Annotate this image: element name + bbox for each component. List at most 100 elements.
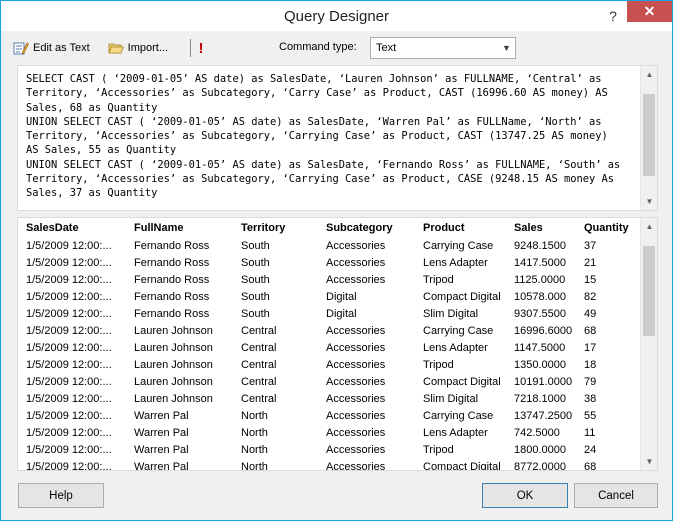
table-row[interactable]: 1/5/2009 12:00:... Fernando Ross South Acce… <box>18 254 642 271</box>
query-text[interactable]: SELECT CAST ( ‘2009-01-05’ AS date) as S… <box>26 72 638 201</box>
table-cell: Tripod <box>423 443 454 456</box>
table-cell: Lens Adapter <box>423 341 488 354</box>
table-cell: 1/5/2009 12:00:... <box>26 443 112 456</box>
table-cell: Warren Pal <box>134 409 189 422</box>
table-row[interactable]: 1/5/2009 12:00:... Warren Pal North Accesso… <box>18 424 642 441</box>
table-cell: Carrying Case <box>423 239 494 252</box>
cancel-button[interactable]: Cancel <box>574 483 658 508</box>
close-button[interactable]: ✕ <box>627 1 672 22</box>
run-exclamation-icon[interactable]: ! <box>197 40 205 57</box>
results-scrollbar[interactable]: ▲ ▼ <box>640 218 657 470</box>
table-cell: Accessories <box>326 239 386 252</box>
table-cell: Accessories <box>326 426 386 439</box>
table-cell: 1417.5000 <box>514 256 566 269</box>
results-grid[interactable]: SalesDate FullName Territory Subcategory… <box>17 217 658 471</box>
title-help-button[interactable]: ? <box>600 5 626 27</box>
table-row[interactable]: 1/5/2009 12:00:... Warren Pal North Accesso… <box>18 441 642 458</box>
table-cell: 16996.6000 <box>514 324 573 337</box>
column-header[interactable]: Sales <box>506 218 576 237</box>
table-cell: 1147.5000 <box>514 341 566 354</box>
scroll-up-icon[interactable]: ▲ <box>641 218 657 235</box>
table-row[interactable]: 1/5/2009 12:00:... Fernando Ross South Digi… <box>18 305 642 322</box>
ok-button[interactable]: OK <box>482 483 568 508</box>
query-line: Territory, ‘Accessories’ as Subcategory,… <box>26 173 615 186</box>
results-header-row: SalesDate FullName Territory Subcategory… <box>18 218 642 237</box>
table-cell: 11 <box>584 426 596 439</box>
table-row[interactable]: 1/5/2009 12:00:... Lauren Johnson Central A… <box>18 390 642 407</box>
table-cell: Accessories <box>326 324 386 337</box>
table-cell: Accessories <box>326 358 386 371</box>
table-cell: Accessories <box>326 375 386 388</box>
toolbar-separator <box>190 39 192 57</box>
query-line: Territory, ‘Accessories’ as Subcategory,… <box>26 130 608 143</box>
table-cell: Fernando Ross <box>134 307 210 320</box>
table-cell: South <box>241 239 270 252</box>
table-row[interactable]: 1/5/2009 12:00:... Lauren Johnson Central A… <box>18 322 642 339</box>
table-cell: Central <box>241 392 277 405</box>
query-line: AS Sales, 55 as Quantity <box>26 144 177 157</box>
column-header[interactable]: Subcategory <box>318 218 415 237</box>
column-header[interactable]: Quantity <box>576 218 642 237</box>
table-row[interactable]: 1/5/2009 12:00:... Warren Pal North Accesso… <box>18 407 642 424</box>
table-cell: 21 <box>584 256 597 269</box>
table-cell: Warren Pal <box>134 443 189 456</box>
column-header[interactable]: FullName <box>126 218 233 237</box>
query-text-area[interactable]: SELECT CAST ( ‘2009-01-05’ AS date) as S… <box>17 65 658 211</box>
query-scroll-thumb[interactable] <box>643 94 655 176</box>
import-button[interactable]: Import... <box>104 37 172 59</box>
folder-open-icon <box>108 43 124 54</box>
table-cell: 1/5/2009 12:00:... <box>26 290 112 303</box>
query-line: Sales, 68 as Quantity <box>26 101 158 114</box>
table-row[interactable]: 1/5/2009 12:00:... Lauren Johnson Central A… <box>18 356 642 373</box>
edit-as-text-button[interactable]: Edit as Text <box>9 37 94 59</box>
table-cell: Accessories <box>326 273 386 286</box>
table-cell: 1/5/2009 12:00:... <box>26 273 112 286</box>
scroll-down-icon[interactable]: ▼ <box>641 193 658 210</box>
command-type-select[interactable]: Text ▼ <box>370 37 516 59</box>
table-row[interactable]: 1/5/2009 12:00:... Fernando Ross South Acce… <box>18 237 642 254</box>
scroll-up-icon[interactable]: ▲ <box>641 66 658 83</box>
table-cell: 79 <box>584 375 597 388</box>
table-cell: 55 <box>584 409 597 422</box>
query-line: SELECT CAST ( ‘2009-01-05’ AS date) as S… <box>26 73 602 85</box>
table-cell: 1/5/2009 12:00:... <box>26 341 112 354</box>
table-cell: 10191.0000 <box>514 375 573 388</box>
table-cell: 8772.0000 <box>514 460 566 471</box>
table-row[interactable]: 1/5/2009 12:00:... Warren Pal North Accesso… <box>18 458 642 471</box>
table-cell: Compact Digital <box>423 460 501 471</box>
table-cell: 1800.0000 <box>514 443 566 456</box>
chevron-down-icon[interactable]: ▼ <box>498 38 515 58</box>
title-bar[interactable]: Query Designer ? ✕ <box>1 1 672 31</box>
help-button[interactable]: Help <box>18 483 104 508</box>
table-cell: Central <box>241 324 277 337</box>
table-cell: Digital <box>326 307 357 320</box>
table-cell: 13747.2500 <box>514 409 573 422</box>
table-cell: South <box>241 307 270 320</box>
table-row[interactable]: 1/5/2009 12:00:... Fernando Ross South Digi… <box>18 288 642 305</box>
table-cell: Accessories <box>326 409 386 422</box>
table-cell: 17 <box>584 341 597 354</box>
table-cell: 68 <box>584 324 597 337</box>
table-cell: North <box>241 409 268 422</box>
table-row[interactable]: 1/5/2009 12:00:... Lauren Johnson Central A… <box>18 339 642 356</box>
table-cell: 82 <box>584 290 597 303</box>
table-cell: Fernando Ross <box>134 290 210 303</box>
table-cell: 37 <box>584 239 597 252</box>
dialog-button-bar: Help OK Cancel <box>1 477 672 521</box>
scroll-down-icon[interactable]: ▼ <box>641 453 657 470</box>
table-row[interactable]: 1/5/2009 12:00:... Lauren Johnson Central A… <box>18 373 642 390</box>
column-header[interactable]: Product <box>415 218 506 237</box>
toolbar: Edit as Text Import... ! Command type: T… <box>9 35 664 61</box>
table-cell: Fernando Ross <box>134 273 210 286</box>
column-header[interactable]: Territory <box>233 218 318 237</box>
table-cell: 1350.0000 <box>514 358 566 371</box>
results-scroll-thumb[interactable] <box>643 246 655 336</box>
column-header[interactable]: SalesDate <box>18 218 126 237</box>
table-cell: Tripod <box>423 358 454 371</box>
table-row[interactable]: 1/5/2009 12:00:... Fernando Ross South Acce… <box>18 271 642 288</box>
table-cell: Lauren Johnson <box>134 375 213 388</box>
table-cell: Tripod <box>423 273 454 286</box>
query-scrollbar[interactable]: ▲ ▼ <box>640 66 657 210</box>
table-cell: North <box>241 443 268 456</box>
table-cell: 38 <box>584 392 597 405</box>
